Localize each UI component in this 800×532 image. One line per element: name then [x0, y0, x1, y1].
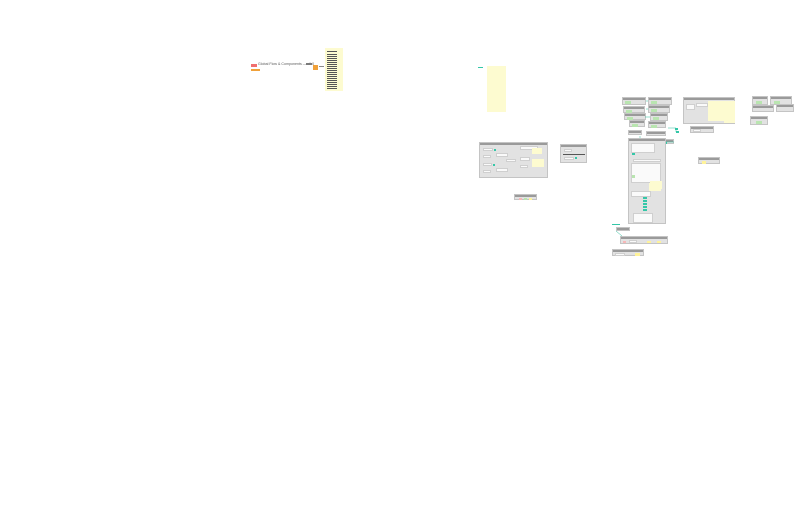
connector-wires — [615, 100, 677, 237]
whiteboard-canvas[interactable]: Global Flow & Components — v1.0 — [0, 0, 800, 532]
wire — [615, 230, 623, 237]
wire — [668, 127, 677, 132]
